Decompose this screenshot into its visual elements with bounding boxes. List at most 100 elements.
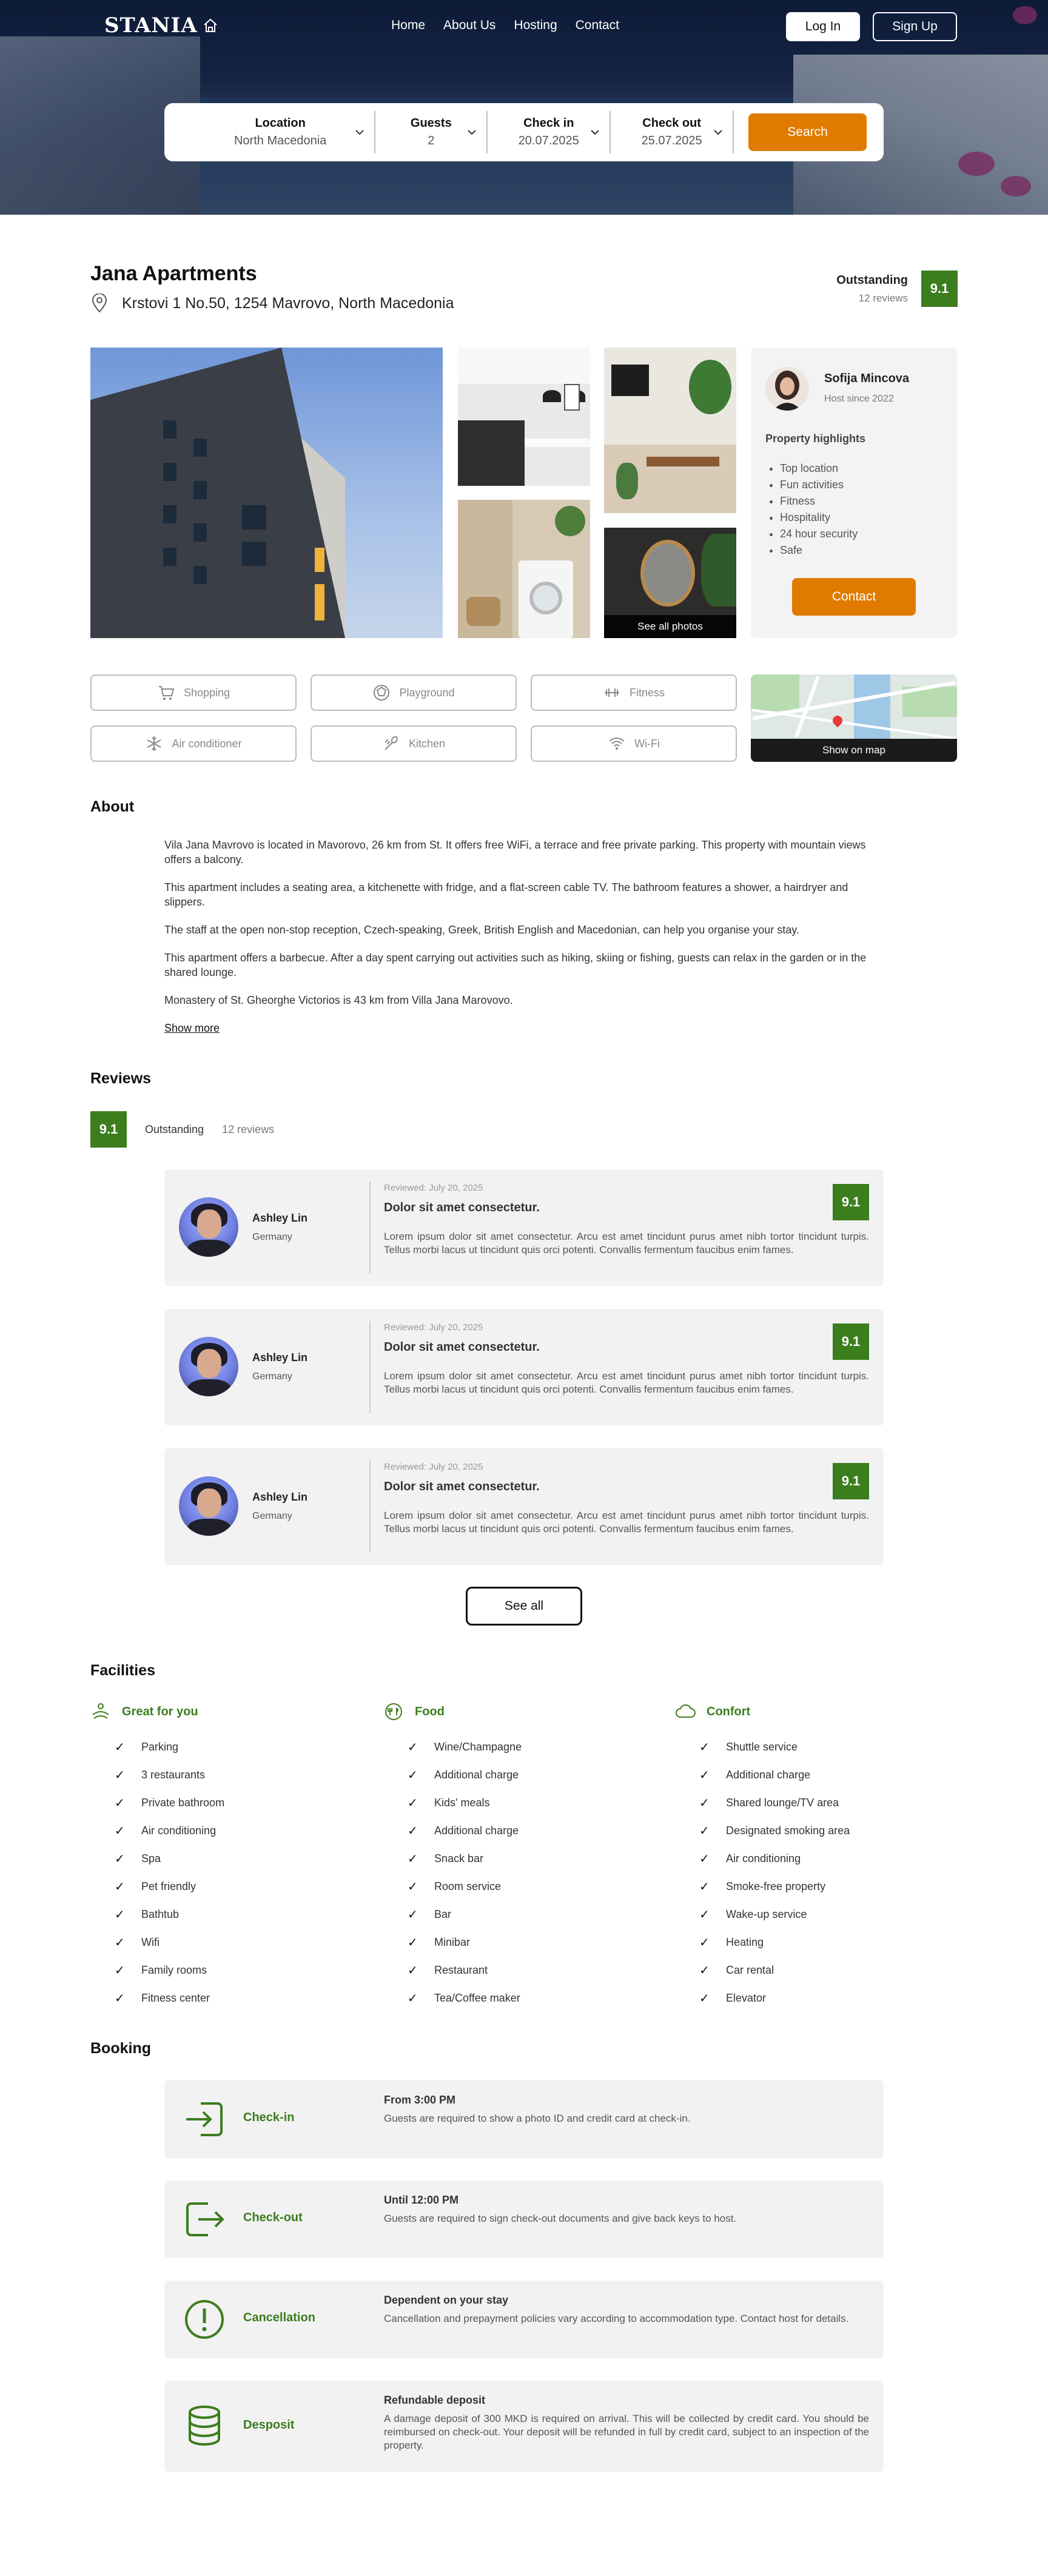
map-preview[interactable]: Show on map bbox=[751, 674, 957, 762]
see-all-reviews-button[interactable]: See all bbox=[466, 1587, 582, 1626]
checkmark-icon: ✓ bbox=[408, 1935, 418, 1949]
photo-living-room[interactable] bbox=[604, 348, 736, 513]
highlight-item: Top location bbox=[780, 460, 858, 477]
checkmark-icon: ✓ bbox=[699, 1935, 710, 1949]
photo-laundry[interactable] bbox=[458, 500, 590, 638]
booking-title: Dependent on your stay bbox=[384, 2294, 509, 2306]
facility-item: ✓ Elevator bbox=[675, 1984, 850, 2012]
booking-title: Refundable deposit bbox=[384, 2394, 486, 2406]
checkmark-icon: ✓ bbox=[115, 1852, 125, 1866]
chevron-down-icon bbox=[714, 130, 722, 135]
photo-building[interactable] bbox=[90, 348, 443, 638]
review-title: Dolor sit amet consectetur. bbox=[384, 1480, 540, 1493]
guests-field[interactable]: Guests 2 bbox=[375, 111, 488, 153]
facility-item: ✓ Wine/Champagne bbox=[383, 1733, 522, 1761]
nav-home[interactable]: Home bbox=[391, 18, 425, 33]
booking-desc: Guests are required to sign check-out do… bbox=[384, 2213, 737, 2224]
facilities-list: ✓ Parking ✓ 3 restaurants ✓ Private bathroo… bbox=[90, 1733, 224, 2012]
facility-item: ✓ Room service bbox=[383, 1872, 522, 1900]
about-paragraph: This apartment offers a barbecue. After … bbox=[164, 952, 867, 978]
rating-label: Outstanding bbox=[145, 1123, 204, 1135]
booking-label: Cancellation bbox=[243, 2311, 315, 2324]
booking-item-deposit: Desposit Refundable deposit A damage dep… bbox=[164, 2381, 884, 2472]
checkmark-icon: ✓ bbox=[115, 1991, 125, 2005]
location-pin-icon bbox=[92, 294, 107, 313]
review-card: Ashley Lin Germany Reviewed: July 20, 20… bbox=[164, 1309, 884, 1425]
amenity-shopping[interactable]: Shopping bbox=[90, 674, 297, 711]
booking-desc: Cancellation and prepayment policies var… bbox=[384, 2313, 849, 2324]
amenity-air-conditioner[interactable]: Air conditioner bbox=[90, 725, 297, 762]
search-button[interactable]: Search bbox=[748, 113, 867, 151]
checkout-field[interactable]: Check out 25.07.2025 bbox=[611, 111, 734, 153]
cloud-icon bbox=[676, 1704, 696, 1718]
reviews-count[interactable]: 12 reviews bbox=[836, 292, 908, 304]
show-more-link[interactable]: Show more bbox=[164, 1022, 220, 1034]
checkmark-icon: ✓ bbox=[408, 1740, 418, 1754]
home-icon bbox=[204, 18, 217, 32]
facility-item: ✓ Wake-up service bbox=[675, 1900, 850, 1928]
logo[interactable]: STANIA bbox=[104, 13, 218, 38]
check-in-icon bbox=[186, 2102, 223, 2136]
facility-item: ✓ Spa bbox=[90, 1845, 224, 1872]
facility-item: ✓ Shuttle service bbox=[675, 1733, 850, 1761]
booking-desc: A damage deposit of 300 MKD is required … bbox=[384, 2413, 869, 2451]
utensils-icon bbox=[385, 736, 398, 750]
reviewer-avatar bbox=[179, 1476, 238, 1536]
see-all-photos-button[interactable]: See all photos bbox=[604, 615, 736, 638]
highlight-item: Fun activities bbox=[780, 477, 858, 493]
signup-button[interactable]: Sign Up bbox=[873, 12, 957, 41]
chevron-down-icon bbox=[355, 130, 364, 135]
score-badge: 9.1 bbox=[90, 1111, 127, 1148]
ball-icon bbox=[374, 685, 390, 701]
checkmark-icon: ✓ bbox=[115, 1880, 125, 1894]
wifi-icon bbox=[609, 738, 625, 750]
amenity-fitness[interactable]: Fitness bbox=[531, 674, 737, 711]
contact-button[interactable]: Contact bbox=[792, 578, 916, 616]
property-address: Krstovi 1 No.50, 1254 Mavrovo, North Mac… bbox=[90, 294, 454, 313]
checkmark-icon: ✓ bbox=[699, 1768, 710, 1782]
location-field[interactable]: Location North Macedonia bbox=[186, 111, 376, 153]
about-paragraph: This apartment includes a seating area, … bbox=[164, 881, 848, 908]
reviewer-country: Germany bbox=[252, 1371, 292, 1382]
checkmark-icon: ✓ bbox=[115, 1963, 125, 1977]
nav-about-us[interactable]: About Us bbox=[443, 18, 495, 33]
host-since: Host since 2022 bbox=[824, 394, 894, 404]
chevron-down-icon bbox=[468, 130, 477, 135]
map-pin-icon bbox=[830, 713, 845, 728]
checkmark-icon: ✓ bbox=[115, 1796, 125, 1810]
reviews-summary: 9.1 Outstanding 12 reviews bbox=[90, 1111, 274, 1148]
facility-item: ✓ Kids' meals bbox=[383, 1789, 522, 1817]
alert-icon bbox=[185, 2300, 224, 2339]
photo-kitchen[interactable] bbox=[458, 348, 590, 486]
about-paragraph: The staff at the open non-stop reception… bbox=[164, 924, 799, 936]
check-out-icon bbox=[186, 2202, 224, 2236]
reviewer-country: Germany bbox=[252, 1511, 292, 1521]
review-body: Lorem ipsum dolor sit amet consectetur. … bbox=[384, 1510, 869, 1535]
amenity-playground[interactable]: Playground bbox=[311, 674, 517, 711]
checkmark-icon: ✓ bbox=[408, 1880, 418, 1894]
login-button[interactable]: Log In bbox=[786, 12, 860, 41]
nav-hosting[interactable]: Hosting bbox=[514, 18, 557, 33]
host-card: Sofija Mincova Host since 2022 Property … bbox=[751, 348, 957, 638]
checkin-field[interactable]: Check in 20.07.2025 bbox=[488, 111, 611, 153]
checkmark-icon: ✓ bbox=[699, 1991, 710, 2005]
coins-icon bbox=[189, 2406, 220, 2446]
review-date: Reviewed: July 20, 2025 bbox=[384, 1322, 483, 1333]
checkmark-icon: ✓ bbox=[408, 1963, 418, 1977]
checkmark-icon: ✓ bbox=[115, 1768, 125, 1782]
checkmark-icon: ✓ bbox=[699, 1963, 710, 1977]
show-on-map-button[interactable]: Show on map bbox=[751, 739, 957, 762]
booking-label: Check-out bbox=[243, 2211, 303, 2224]
amenity-wifi[interactable]: Wi-Fi bbox=[531, 725, 737, 762]
reviewer-avatar bbox=[179, 1337, 238, 1396]
reviews-count: 12 reviews bbox=[222, 1123, 275, 1135]
facilities-column-title: Food bbox=[383, 1701, 522, 1722]
facility-item: ✓ Shared lounge/TV area bbox=[675, 1789, 850, 1817]
reviewer-avatar bbox=[179, 1197, 238, 1257]
checkmark-icon: ✓ bbox=[408, 1852, 418, 1866]
highlights-list: Top location Fun activities Fitness Hosp… bbox=[780, 460, 858, 559]
dumbbell-icon bbox=[604, 688, 619, 697]
review-score: 9.1 bbox=[833, 1184, 869, 1220]
amenity-kitchen[interactable]: Kitchen bbox=[311, 725, 517, 762]
nav-contact[interactable]: Contact bbox=[576, 18, 619, 33]
